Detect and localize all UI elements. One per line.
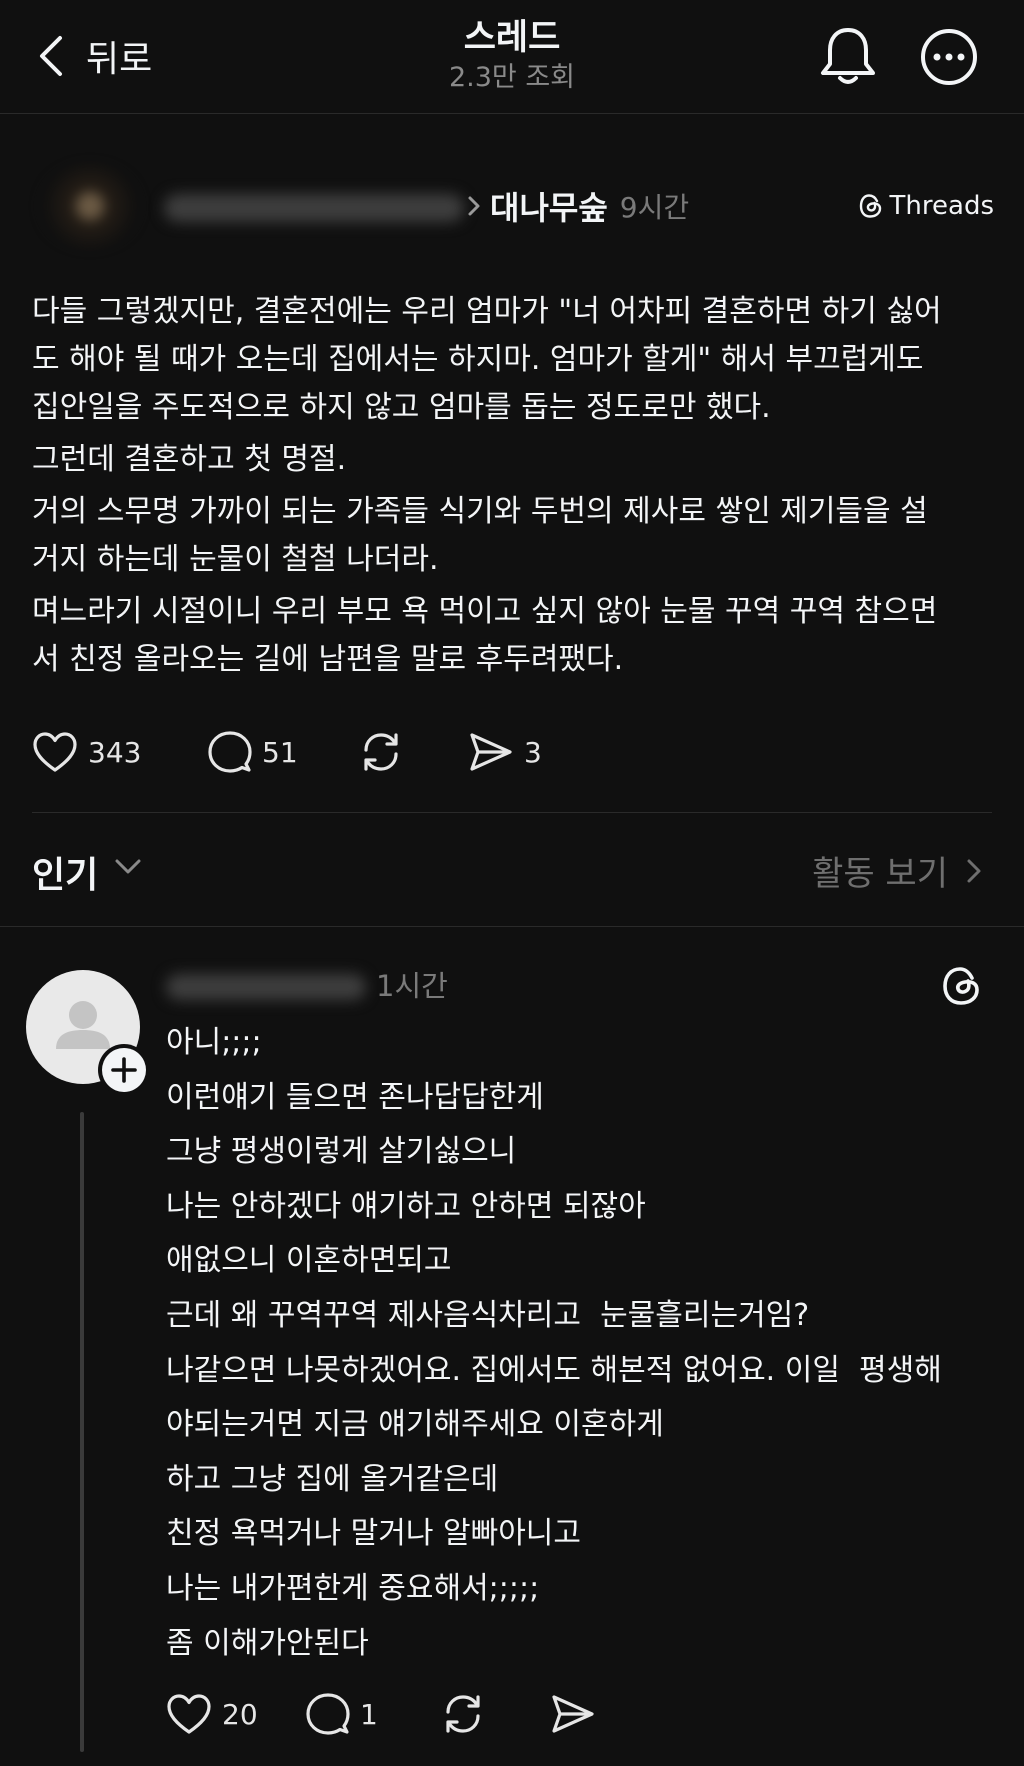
reply-comment-button[interactable]: 1 — [306, 1692, 440, 1736]
reply-line: 이런얘기 들으면 존나답답한게 — [166, 1079, 544, 1115]
post-paragraph: 다들 그렇겠지만, 결혼전에는 우리 엄마가 "너 어차피 결혼하면 하기 싫어… — [32, 294, 942, 425]
threads-logo-icon — [859, 194, 881, 218]
bell-icon[interactable] — [818, 24, 878, 88]
reply-line: 그냥 평생이렇게 살기싫으니 — [166, 1134, 517, 1170]
threads-source-badge[interactable]: Threads — [858, 188, 994, 224]
comment-bubble-icon — [306, 1693, 350, 1735]
reply-username-redacted[interactable] — [166, 974, 366, 1000]
share-button[interactable]: 3 — [468, 731, 568, 773]
repost-icon — [364, 733, 398, 771]
reply-line: 나는 안하겠다 얘기하고 안하면 되잖아 — [166, 1188, 646, 1224]
send-icon — [552, 1695, 594, 1733]
heart-icon — [167, 1694, 211, 1734]
reply-time: 1시간 — [376, 969, 448, 1003]
reply-line: 나는 내가편한게 중요해서;;;;; — [166, 1570, 540, 1606]
reply-line: 좀 이해가안된다 — [166, 1625, 369, 1661]
sort-dropdown-label[interactable]: 인기 — [32, 846, 98, 898]
reply-like-count: 20 — [222, 1697, 258, 1731]
repost-button[interactable] — [358, 729, 468, 775]
post-meta: 대나무숲 9시간 — [466, 182, 689, 230]
threads-badge-label: Threads — [889, 191, 994, 221]
comment-bubble-icon — [208, 731, 252, 773]
post-paragraph: 며느라기 시절이니 우리 부모 욕 먹이고 싶지 않아 눈물 꾸역 꾸역 참으면… — [32, 594, 938, 677]
divider — [0, 926, 1024, 927]
post-actions: 343 51 3 — [32, 724, 568, 780]
reply-thread-line — [80, 1112, 84, 1752]
reply-line: 애없으니 이혼하면되고 — [166, 1243, 452, 1279]
comment-count: 51 — [262, 735, 298, 769]
send-icon — [470, 733, 512, 771]
post-time: 9시간 — [619, 191, 690, 224]
author-username-redacted[interactable] — [164, 194, 464, 222]
reply-text: 아니;;;; 이런얘기 들으면 존나답답한게 그냥 평생이렇게 살기싫으니 나는… — [166, 1016, 996, 1671]
share-count: 3 — [524, 735, 542, 769]
post-text: 다들 그렇겠지만, 결혼전에는 우리 엄마가 "너 어차피 결혼하면 하기 싫어… — [32, 288, 992, 688]
reply-line: 나같으면 나못하겠어요. 집에서도 해본적 없어요. 이일 평생해 — [166, 1352, 942, 1388]
divider — [32, 812, 992, 813]
post-paragraph: 거의 스무명 가까이 되는 가족들 식기와 두번의 제사로 쌓인 제기들을 설 … — [32, 494, 928, 577]
like-count: 343 — [88, 735, 142, 769]
heart-icon — [33, 732, 77, 772]
chevron-right-icon — [468, 196, 480, 216]
follow-plus-button[interactable] — [98, 1044, 150, 1096]
repost-icon — [446, 1695, 480, 1733]
reply-like-button[interactable]: 20 — [166, 1693, 306, 1735]
post-paragraph: 그런데 결혼하고 첫 명절. — [32, 442, 347, 477]
reply-line: 야되는거면 지금 얘기해주세요 이혼하게 — [166, 1407, 664, 1443]
more-options-icon[interactable] — [920, 28, 978, 86]
reply-line: 하고 그냥 집에 올거같은데 — [166, 1461, 499, 1497]
community-name[interactable]: 대나무숲 — [490, 183, 608, 229]
plus-icon — [111, 1057, 137, 1083]
reply-line: 아니;;;; — [166, 1025, 262, 1060]
author-avatar[interactable] — [40, 164, 140, 248]
reply-line: 근데 왜 꾸역꾸역 제사음식차리고 눈물흘리는거임? — [166, 1297, 810, 1333]
reply-actions: 20 1 — [166, 1686, 610, 1742]
chevron-right-icon — [967, 859, 981, 882]
reply-share-button[interactable] — [550, 1693, 610, 1735]
view-activity-label: 활동 보기 — [812, 854, 948, 894]
comment-button[interactable]: 51 — [208, 730, 358, 774]
replies-sort-row: 인기 활동 보기 — [32, 840, 992, 900]
reply-line: 친정 욕먹거나 말거나 알빠아니고 — [166, 1516, 582, 1552]
reply-comment-count: 1 — [360, 1697, 378, 1731]
threads-logo-icon[interactable] — [940, 964, 984, 1008]
top-bar: 뒤로 스레드 2.3만 조회 — [0, 0, 1024, 114]
like-button[interactable]: 343 — [32, 731, 208, 773]
reply-repost-button[interactable] — [440, 1691, 550, 1737]
chevron-down-icon[interactable] — [114, 858, 142, 876]
view-activity-link[interactable]: 활동 보기 — [812, 846, 982, 895]
thread-page: 뒤로 스레드 2.3만 조회 대나무숲 9시간 Threads 다들 그렇겠지만… — [0, 0, 1024, 1766]
post-header: 대나무숲 9시간 Threads — [32, 160, 994, 252]
